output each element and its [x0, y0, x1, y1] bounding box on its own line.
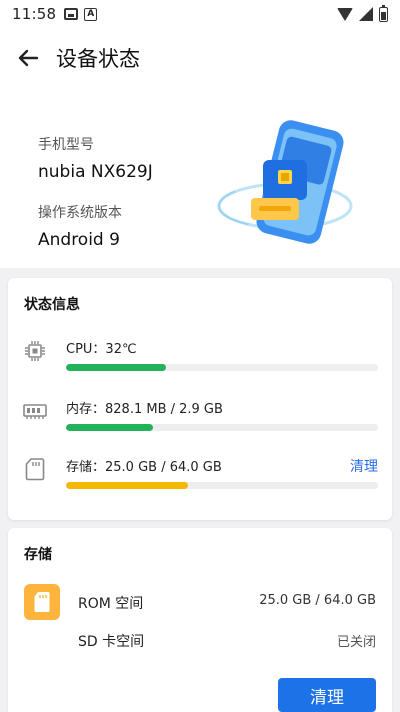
rom-row: ROM 空间 25.0 GB / 64.0 GB [24, 584, 376, 624]
storage-progress-fill [66, 482, 188, 489]
cpu-text: CPU：32℃ [66, 342, 137, 357]
system-icons [337, 4, 388, 22]
storage-card-title: 存储 [24, 547, 52, 563]
rom-label: ROM 空间 [78, 596, 144, 612]
cpu-chip-icon [22, 338, 48, 364]
status-card-title: 状态信息 [24, 297, 80, 313]
storage-metric: 存储：25.0 GB / 64.0 GB 清理 [22, 456, 378, 506]
storage-clean-link[interactable]: 清理 [350, 456, 378, 476]
phone-illustration [217, 120, 353, 244]
os-label: 操作系统版本 [38, 205, 122, 221]
back-arrow-icon [18, 49, 39, 67]
memory-progress-fill [66, 424, 154, 431]
sd-value: 已关闭 [336, 635, 376, 650]
notification-icons: A [64, 7, 98, 21]
memory-ram-icon [22, 398, 48, 424]
sd-card-icon [22, 456, 48, 482]
memory-text: 内存：828.1 MB / 2.9 GB [66, 402, 223, 417]
wifi-icon [337, 7, 353, 21]
page-title: 设备状态 [56, 47, 140, 71]
cpu-progress-track [66, 364, 378, 371]
os-block: 操作系统版本 Android 9 [38, 202, 153, 250]
cpu-progress-fill [66, 364, 166, 371]
status-time: 11:58 [12, 5, 57, 23]
rom-card-icon [24, 584, 60, 620]
status-bar: 11:58 A [0, 0, 400, 28]
storage-card: 存储 ROM 空间 25.0 GB / 64.0 GB SD 卡空间 已关闭 清… [8, 528, 392, 712]
os-value: Android 9 [38, 230, 120, 250]
sd-label: SD 卡空间 [78, 634, 145, 650]
battery-icon [379, 4, 388, 22]
storage-text: 存储：25.0 GB / 64.0 GB [66, 460, 222, 475]
back-button[interactable] [14, 44, 42, 72]
model-value: nubia NX629J [38, 162, 153, 182]
memory-metric: 内存：828.1 MB / 2.9 GB [22, 398, 378, 448]
device-header-section: 设备状态 手机型号 nubia NX629J 操作系统版本 Android 9 [0, 28, 400, 268]
clean-button[interactable]: 清理 [278, 678, 376, 712]
gallery-notification-icon [64, 8, 79, 20]
model-block: 手机型号 nubia NX629J [38, 134, 153, 182]
sd-row: SD 卡空间 已关闭 [24, 622, 376, 662]
signal-icon [359, 7, 373, 21]
memory-progress-track [66, 424, 378, 431]
device-info: 手机型号 nubia NX629J 操作系统版本 Android 9 [38, 134, 153, 250]
status-info-card: 状态信息 CPU：32℃ 内存：828.1 MB / 2.9 GB 存储：25.… [8, 278, 392, 520]
a-notification-icon: A [84, 7, 98, 21]
rom-value: 25.0 GB / 64.0 GB [259, 593, 376, 608]
cpu-metric: CPU：32℃ [22, 338, 378, 388]
model-label: 手机型号 [38, 137, 94, 153]
storage-progress-track [66, 482, 378, 489]
toolbar: 设备状态 [0, 28, 400, 88]
